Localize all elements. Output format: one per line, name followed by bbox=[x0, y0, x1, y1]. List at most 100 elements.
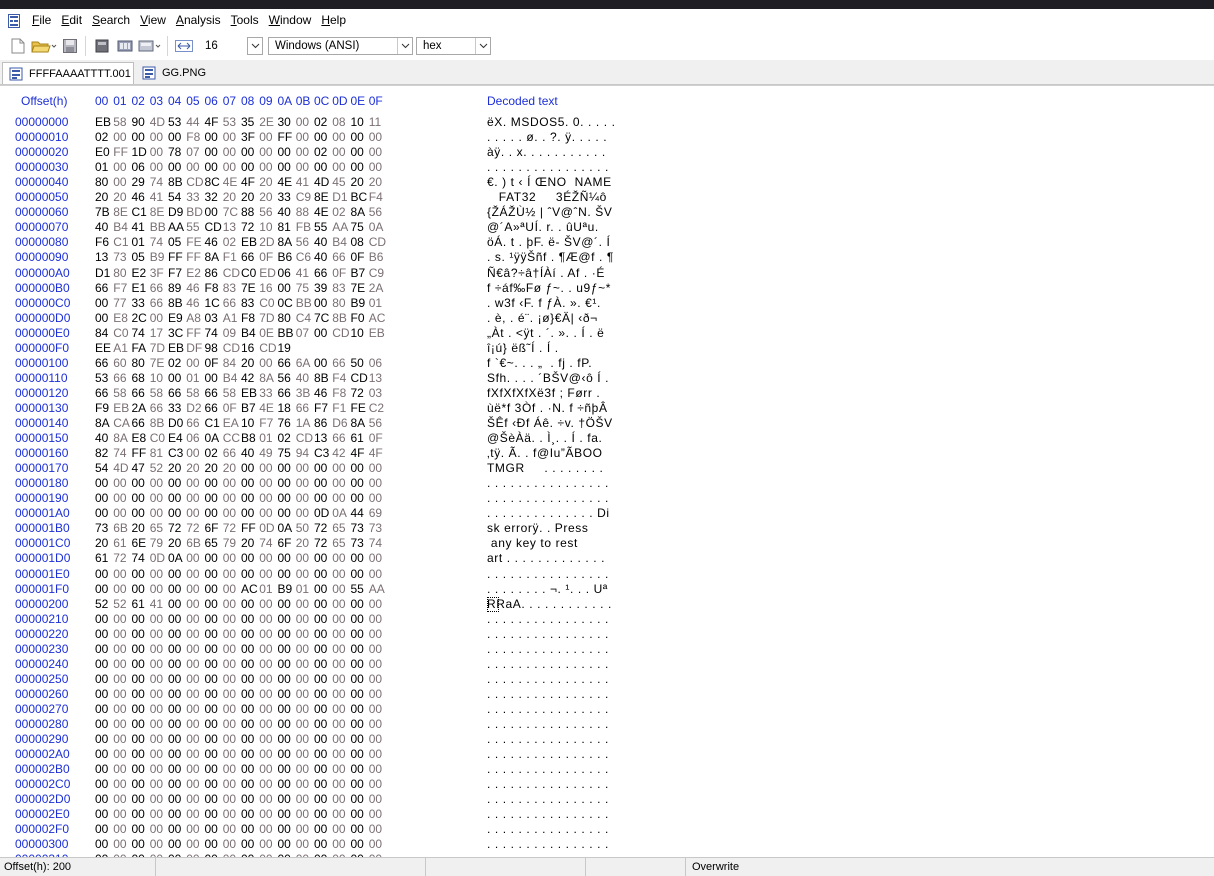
hex-byte[interactable]: 65 bbox=[150, 521, 168, 535]
hex-byte[interactable]: 58 bbox=[150, 386, 168, 400]
hex-row[interactable]: 000000E0 84 C0 74 17 3C FF 74 09 B4 0E BB 07 00 CD 10 EB… bbox=[0, 326, 1214, 341]
hex-byte[interactable]: 10 bbox=[150, 371, 168, 385]
hex-byte[interactable]: B6 bbox=[278, 250, 296, 264]
hex-byte[interactable]: 08 bbox=[332, 115, 350, 129]
hex-byte[interactable]: 82 bbox=[95, 446, 113, 460]
hex-byte[interactable]: 00 bbox=[259, 506, 277, 520]
hex-byte[interactable]: 20 bbox=[351, 175, 369, 189]
decoded-text[interactable]: . . . . . . . . . . . . . . . . bbox=[487, 642, 615, 656]
hex-byte[interactable]: 53 bbox=[223, 115, 241, 129]
hex-byte[interactable]: 00 bbox=[186, 687, 204, 701]
hex-byte[interactable]: 66 bbox=[223, 296, 241, 310]
hex-byte[interactable]: CD bbox=[332, 326, 350, 340]
hex-byte[interactable]: 00 bbox=[369, 792, 387, 806]
hex-byte[interactable]: 00 bbox=[205, 792, 223, 806]
hex-byte[interactable]: 2D bbox=[259, 235, 277, 249]
hex-byte[interactable]: 01 bbox=[95, 160, 113, 174]
hex-byte[interactable]: 00 bbox=[332, 657, 350, 671]
hex-byte[interactable]: 00 bbox=[186, 597, 204, 611]
hex-row[interactable]: 00000150 40 8A E8 C0 E4 06 0A CC B8 01 02 CD 13 66 61 0F… bbox=[0, 431, 1214, 446]
hex-byte[interactable]: 47 bbox=[132, 461, 150, 475]
hex-byte[interactable]: 00 bbox=[278, 461, 296, 475]
hex-byte[interactable]: 80 bbox=[95, 175, 113, 189]
hex-byte[interactable]: CD bbox=[296, 431, 314, 445]
hex-byte[interactable]: 20 bbox=[223, 190, 241, 204]
hex-byte[interactable]: 00 bbox=[314, 747, 332, 761]
hex-byte[interactable]: 00 bbox=[168, 612, 186, 626]
hex-byte[interactable]: 00 bbox=[332, 612, 350, 626]
hex-byte[interactable]: 3F bbox=[241, 130, 259, 144]
hex-byte[interactable]: EE bbox=[95, 341, 113, 355]
hex-byte[interactable]: C0 bbox=[150, 431, 168, 445]
hex-byte[interactable]: 00 bbox=[113, 612, 131, 626]
hex-byte[interactable]: C9 bbox=[296, 190, 314, 204]
hex-byte[interactable]: 00 bbox=[205, 717, 223, 731]
hex-byte[interactable]: 84 bbox=[95, 326, 113, 340]
hex-byte[interactable]: 81 bbox=[278, 220, 296, 234]
hex-byte[interactable]: AA bbox=[369, 582, 387, 596]
hex-byte[interactable]: 00 bbox=[259, 356, 277, 370]
hex-byte[interactable]: 00 bbox=[168, 371, 186, 385]
hex-byte[interactable]: B9 bbox=[150, 250, 168, 264]
hex-row[interactable]: 00000080 F6 C1 01 74 05 FE 46 02 EB 2D 8A 56 40 B4 08 CD… bbox=[0, 235, 1214, 250]
hex-byte[interactable]: BB bbox=[150, 220, 168, 234]
hex-byte[interactable]: 58 bbox=[186, 386, 204, 400]
hex-byte[interactable]: 00 bbox=[150, 702, 168, 716]
hex-byte[interactable]: 66 bbox=[278, 356, 296, 370]
hex-byte[interactable]: 00 bbox=[168, 717, 186, 731]
hex-byte[interactable]: 00 bbox=[150, 311, 168, 325]
hex-byte[interactable]: 00 bbox=[369, 807, 387, 821]
hex-byte[interactable]: 7E bbox=[351, 281, 369, 295]
hex-byte[interactable]: 00 bbox=[278, 807, 296, 821]
hex-byte[interactable]: 17 bbox=[150, 326, 168, 340]
hex-byte[interactable]: 40 bbox=[95, 431, 113, 445]
hex-byte[interactable]: 01 bbox=[259, 582, 277, 596]
hex-byte[interactable]: 00 bbox=[278, 612, 296, 626]
hex-byte[interactable]: 00 bbox=[332, 747, 350, 761]
hex-byte[interactable]: 54 bbox=[168, 190, 186, 204]
hex-byte[interactable]: 00 bbox=[351, 762, 369, 776]
hex-byte[interactable]: 00 bbox=[113, 582, 131, 596]
hex-byte[interactable]: 56 bbox=[369, 416, 387, 430]
hex-byte[interactable]: C0 bbox=[259, 296, 277, 310]
hex-byte[interactable]: 00 bbox=[314, 612, 332, 626]
hex-byte[interactable]: 55 bbox=[314, 220, 332, 234]
decoded-text[interactable]: î¡ú} ëß˜Í . Í . bbox=[487, 341, 615, 355]
hex-byte[interactable]: 74 bbox=[150, 175, 168, 189]
hex-byte[interactable]: 00 bbox=[168, 732, 186, 746]
hex-byte[interactable]: FF bbox=[113, 145, 131, 159]
save-icon[interactable] bbox=[59, 35, 81, 57]
hex-byte[interactable]: 00 bbox=[113, 837, 131, 851]
hex-byte[interactable]: 00 bbox=[168, 807, 186, 821]
hex-byte[interactable]: 00 bbox=[259, 476, 277, 490]
hex-byte[interactable]: 00 bbox=[278, 642, 296, 656]
hex-byte[interactable]: 00 bbox=[351, 551, 369, 565]
hex-byte[interactable]: 00 bbox=[296, 822, 314, 836]
hex-byte[interactable]: 00 bbox=[132, 777, 150, 791]
hex-byte[interactable]: 00 bbox=[95, 687, 113, 701]
hex-byte[interactable]: 13 bbox=[223, 220, 241, 234]
hex-byte[interactable]: 00 bbox=[314, 160, 332, 174]
hex-byte[interactable]: 56 bbox=[369, 205, 387, 219]
hex-byte[interactable]: 00 bbox=[205, 747, 223, 761]
hex-row[interactable]: 00000290 00 00 00 00 00 00 00 00 00 00 00 00 00 00 00 00… bbox=[0, 732, 1214, 747]
hex-byte[interactable]: 7D bbox=[259, 311, 277, 325]
hex-byte[interactable]: 00 bbox=[205, 822, 223, 836]
hex-byte[interactable]: 00 bbox=[314, 717, 332, 731]
hex-byte[interactable]: EB bbox=[369, 326, 387, 340]
hex-byte[interactable]: 00 bbox=[241, 491, 259, 505]
hex-byte[interactable]: 00 bbox=[223, 476, 241, 490]
hex-byte[interactable]: 18 bbox=[278, 401, 296, 415]
hex-byte[interactable]: 00 bbox=[332, 130, 350, 144]
hex-byte[interactable]: 58 bbox=[113, 115, 131, 129]
hex-byte[interactable]: B7 bbox=[351, 266, 369, 280]
hex-byte[interactable]: 72 bbox=[241, 220, 259, 234]
hex-byte[interactable]: 4D bbox=[314, 175, 332, 189]
hex-byte[interactable]: 00 bbox=[278, 281, 296, 295]
hex-byte[interactable]: 00 bbox=[132, 130, 150, 144]
hex-byte[interactable]: 73 bbox=[369, 521, 387, 535]
hex-byte[interactable]: 00 bbox=[223, 612, 241, 626]
hex-byte[interactable]: C0 bbox=[113, 326, 131, 340]
hex-byte[interactable]: 00 bbox=[296, 702, 314, 716]
hex-byte[interactable]: 00 bbox=[314, 732, 332, 746]
